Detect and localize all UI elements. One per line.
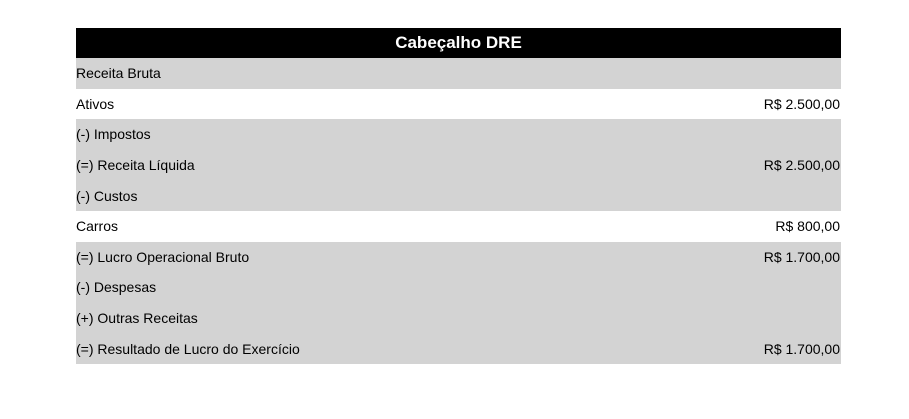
row-label: (-) Despesas: [76, 279, 157, 296]
row-value: R$ 2.500,00: [763, 157, 840, 174]
table-header: Cabeçalho DRE: [76, 28, 841, 58]
row-label: Carros: [76, 218, 119, 235]
dre-table: Cabeçalho DRE Receita Bruta Ativos R$ 2.…: [76, 28, 841, 364]
row-value: R$ 800,00: [775, 218, 840, 235]
table-row-lucro-operacional-bruto: (=) Lucro Operacional Bruto R$ 1.700,00: [76, 241, 841, 273]
table-row-resultado-lucro-exercicio: (=) Resultado de Lucro do Exercício R$ 1…: [76, 333, 841, 364]
row-value: R$ 1.700,00: [763, 340, 840, 357]
row-label: Ativos: [76, 95, 115, 112]
row-label: Receita Bruta: [76, 65, 161, 82]
row-label: (=) Lucro Operacional Bruto: [76, 248, 250, 265]
table-row-impostos: (-) Impostos: [76, 119, 841, 150]
table-row-custos: (-) Custos: [76, 180, 841, 211]
table-row-ativos: Ativos R$ 2.500,00: [76, 88, 841, 120]
row-label: (=) Resultado de Lucro do Exercício: [76, 340, 300, 357]
row-label: (-) Custos: [76, 187, 138, 204]
row-label: (=) Receita Líquida: [76, 157, 195, 174]
table-row-carros: Carros R$ 800,00: [76, 210, 841, 242]
row-label: (-) Impostos: [76, 126, 151, 143]
table-row-despesas: (-) Despesas: [76, 272, 841, 303]
table-row-receita-liquida: (=) Receita Líquida R$ 2.500,00: [76, 149, 841, 181]
table-row-outras-receitas: (+) Outras Receitas: [76, 302, 841, 334]
table-row-receita-bruta: Receita Bruta: [76, 58, 841, 89]
table-title: Cabeçalho DRE: [395, 33, 522, 52]
row-label: (+) Outras Receitas: [76, 310, 198, 327]
row-value: R$ 2.500,00: [763, 95, 840, 112]
row-value: R$ 1.700,00: [763, 248, 840, 265]
